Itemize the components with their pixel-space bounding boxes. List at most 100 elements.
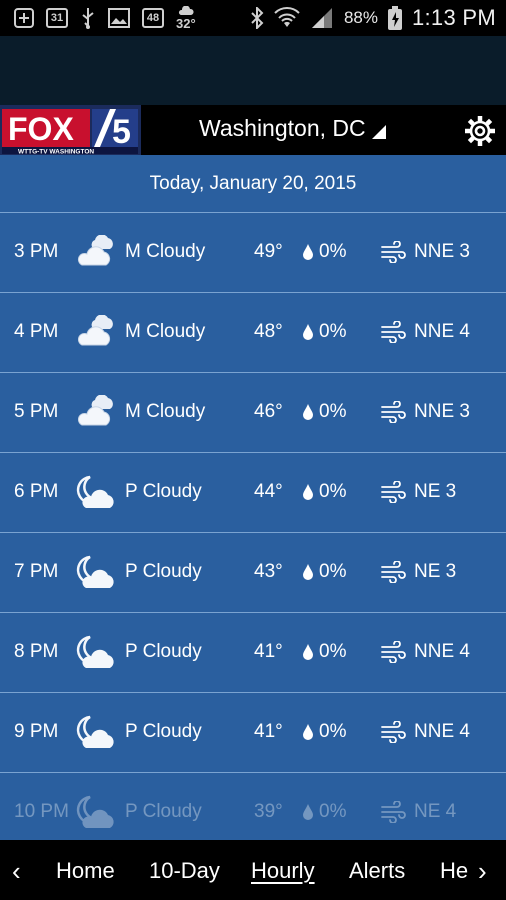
forecast-time: 8 PM — [14, 641, 59, 662]
forecast-wind: NNE 4 — [414, 641, 470, 662]
forecast-temp: 39° — [254, 801, 283, 822]
add-notification-icon — [14, 8, 34, 28]
calendar-icon: 31 — [46, 8, 68, 28]
forecast-precip: 0% — [319, 481, 347, 502]
wind-icon — [380, 480, 406, 504]
forecast-temp: 44° — [254, 481, 283, 502]
forecast-wind: NNE 3 — [414, 401, 470, 422]
wind-icon — [380, 720, 406, 744]
forecast-time: 7 PM — [14, 561, 59, 582]
forecast-precip: 0% — [319, 321, 347, 342]
forecast-row[interactable]: 9 PM P Cloudy 41° 0% NNE 4 — [0, 693, 506, 773]
clock: 1:13 PM — [411, 5, 496, 30]
raindrop-icon — [302, 723, 314, 741]
app-header: FOX 5 WTTG-TV WASHINGTON Washington, DC — [0, 105, 506, 156]
forecast-row[interactable]: 5 PM M Cloudy 46° 0% NNE 3 — [0, 373, 506, 453]
wind-icon — [380, 400, 406, 424]
settings-gear-icon[interactable] — [464, 115, 496, 147]
nav-tab-hourly[interactable]: Hourly — [251, 858, 315, 884]
raindrop-icon — [302, 803, 314, 821]
hourly-forecast-list[interactable]: Today, January 20, 2015 3 PM M Cloudy 49° 0… — [0, 155, 506, 840]
bluetooth-icon — [250, 7, 264, 29]
raindrop-icon — [302, 643, 314, 661]
forecast-wind: NE 3 — [414, 561, 457, 582]
forecast-time: 3 PM — [14, 241, 59, 262]
forecast-condition: P Cloudy — [125, 801, 202, 822]
wind-icon — [380, 560, 406, 584]
nav-prev-arrow-icon[interactable]: ‹ — [12, 856, 21, 887]
forecast-row[interactable]: 7 PM P Cloudy 43° 0% NE 3 — [0, 533, 506, 613]
partly-cloudy-night-icon — [76, 475, 118, 511]
forecast-condition: P Cloudy — [125, 721, 202, 742]
wifi-icon — [274, 7, 300, 29]
forecast-time: 5 PM — [14, 401, 59, 422]
fox5-logo: FOX 5 WTTG-TV WASHINGTON — [0, 105, 141, 156]
small-temp-text: 32° — [176, 15, 196, 31]
forecast-condition: M Cloudy — [125, 321, 206, 342]
forecast-precip: 0% — [319, 241, 347, 262]
forecast-condition: M Cloudy — [125, 241, 206, 262]
usb-icon — [80, 7, 96, 29]
forecast-row[interactable]: 3 PM M Cloudy 49° 0% NNE 3 — [0, 213, 506, 293]
nav-next-arrow-icon[interactable]: › — [478, 856, 487, 887]
dropdown-caret-icon — [371, 125, 386, 139]
raindrop-icon — [302, 563, 314, 581]
nav-tab-10-day[interactable]: 10-Day — [149, 858, 220, 884]
location-label: Washington, DC — [199, 115, 366, 141]
wind-icon — [380, 240, 406, 264]
forecast-wind: NNE 4 — [414, 321, 470, 342]
forecast-precip: 0% — [319, 641, 347, 662]
forecast-row[interactable]: 6 PM P Cloudy 44° 0% NE 3 — [0, 453, 506, 533]
forecast-temp: 49° — [254, 241, 283, 262]
forecast-condition: P Cloudy — [125, 481, 202, 502]
forecast-date: Today, January 20, 2015 — [0, 155, 506, 213]
raindrop-icon — [302, 483, 314, 501]
svg-text:5: 5 — [112, 113, 131, 151]
nav-tab-partial[interactable]: He — [440, 858, 468, 884]
forecast-temp: 41° — [254, 721, 283, 742]
forecast-temp: 46° — [254, 401, 283, 422]
forecast-precip: 0% — [319, 561, 347, 582]
forecast-row[interactable]: 10 PM P Cloudy 39° 0% NE 4 — [0, 773, 506, 840]
weather-small-icon: 32° — [176, 5, 196, 31]
bottom-navigation: ‹ Home 10-Day Hourly Alerts He › — [0, 840, 506, 900]
nav-tab-home[interactable]: Home — [56, 858, 115, 884]
forecast-time: 6 PM — [14, 481, 59, 502]
forecast-wind: NNE 4 — [414, 721, 470, 742]
forecast-temp: 48° — [254, 321, 283, 342]
forecast-temp: 41° — [254, 641, 283, 662]
forecast-wind: NE 4 — [414, 801, 457, 822]
status-bar: 31 48 32° 88% 1:13 PM — [0, 0, 506, 36]
partly-cloudy-night-icon — [76, 715, 118, 751]
ad-banner — [0, 36, 506, 105]
mostly-cloudy-icon — [76, 234, 118, 271]
forecast-time: 9 PM — [14, 721, 59, 742]
mostly-cloudy-icon — [76, 314, 118, 351]
mostly-cloudy-icon — [76, 394, 118, 431]
signal-icon — [310, 7, 334, 29]
forecast-row[interactable]: 4 PM M Cloudy 48° 0% NNE 4 — [0, 293, 506, 373]
gallery-icon — [108, 8, 130, 28]
forecast-wind: NNE 3 — [414, 241, 470, 262]
forecast-time: 10 PM — [14, 801, 69, 822]
forecast-precip: 0% — [319, 401, 347, 422]
forecast-row[interactable]: 8 PM P Cloudy 41° 0% NNE 4 — [0, 613, 506, 693]
forecast-condition: P Cloudy — [125, 641, 202, 662]
nav-tab-alerts[interactable]: Alerts — [349, 858, 405, 884]
wind-icon — [380, 800, 406, 824]
raindrop-icon — [302, 403, 314, 421]
location-selector[interactable]: Washington, DC — [199, 115, 386, 142]
svg-text:FOX: FOX — [8, 111, 74, 147]
temperature-notification-icon: 48 — [142, 8, 164, 28]
raindrop-icon — [302, 323, 314, 341]
raindrop-icon — [302, 243, 314, 261]
battery-percent: 88% — [343, 8, 378, 27]
forecast-temp: 43° — [254, 561, 283, 582]
wind-icon — [380, 320, 406, 344]
partly-cloudy-night-icon — [76, 795, 118, 831]
forecast-condition: P Cloudy — [125, 561, 202, 582]
battery-charging-icon — [387, 6, 402, 30]
forecast-time: 4 PM — [14, 321, 59, 342]
forecast-precip: 0% — [319, 721, 347, 742]
partly-cloudy-night-icon — [76, 635, 118, 671]
